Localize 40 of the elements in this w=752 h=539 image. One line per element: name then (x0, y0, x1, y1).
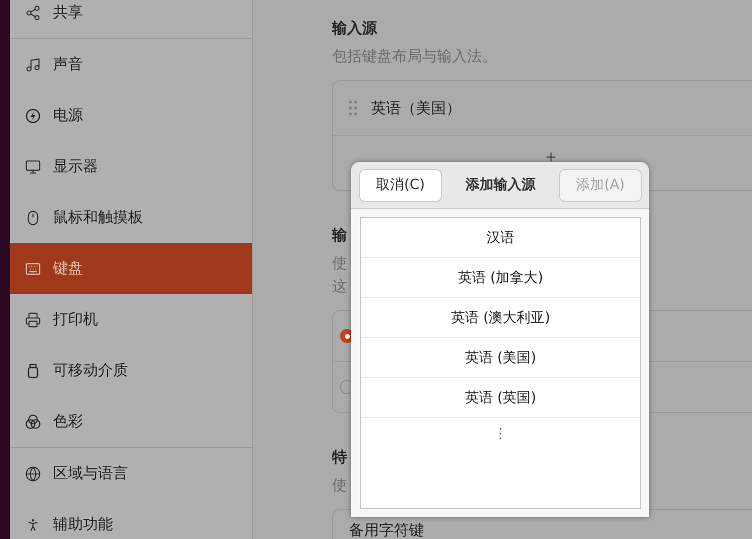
drag-handle-icon[interactable] (349, 100, 357, 116)
language-item[interactable]: 汉语 (361, 218, 640, 258)
section-description: 包括键盘布局与输入法。 (332, 46, 497, 67)
sidebar-item[interactable]: 可移动介质 (10, 345, 252, 396)
language-item[interactable]: 英语 (加拿大) (361, 258, 640, 298)
keyboard-icon (25, 260, 41, 276)
sidebar-item[interactable]: 共享 (10, 0, 252, 38)
sidebar-item[interactable]: 辅助功能 (10, 499, 252, 539)
section-description: 使 (332, 253, 347, 274)
dialog-title: 添加输入源 (466, 176, 536, 194)
sidebar-item[interactable]: 声音 (10, 39, 252, 90)
sidebar-item[interactable]: 打印机 (10, 294, 252, 345)
monitor-icon (25, 158, 41, 174)
power-icon (25, 108, 41, 124)
sidebar-item[interactable]: 色彩 (10, 396, 252, 447)
mouse-icon (25, 210, 41, 226)
share-icon (25, 4, 41, 20)
sidebar-item[interactable]: 键盘 (10, 243, 252, 294)
input-source-label: 英语（美国） (371, 98, 461, 118)
sidebar-item[interactable]: 显示器 (10, 141, 252, 192)
language-item[interactable]: 英语 (澳大利亚) (361, 298, 640, 338)
add-icon[interactable] (544, 150, 558, 164)
usb-drive-icon (25, 362, 41, 378)
setting-label: 备用字符键 (349, 523, 424, 538)
section-title: 输入源 (332, 18, 377, 39)
color-circles-icon (25, 414, 41, 430)
sidebar-item[interactable]: 电源 (10, 90, 252, 141)
section-title: 特 (332, 447, 347, 468)
language-item[interactable]: 英语 (英国) (361, 378, 640, 418)
section-title: 输 (332, 225, 347, 246)
music-note-icon (25, 56, 41, 72)
section-description: 这 (332, 276, 347, 297)
language-item[interactable]: 英语 (美国) (361, 338, 640, 378)
cancel-button[interactable]: 取消(C) (359, 168, 442, 202)
section-description: 使 (332, 475, 347, 496)
globe-icon (25, 466, 41, 482)
printer-icon (25, 312, 41, 328)
more-button[interactable]: ⋮ (361, 418, 640, 450)
sidebar-item[interactable]: 区域与语言 (10, 448, 252, 499)
sidebar-item[interactable]: 鼠标和触摸板 (10, 192, 252, 243)
